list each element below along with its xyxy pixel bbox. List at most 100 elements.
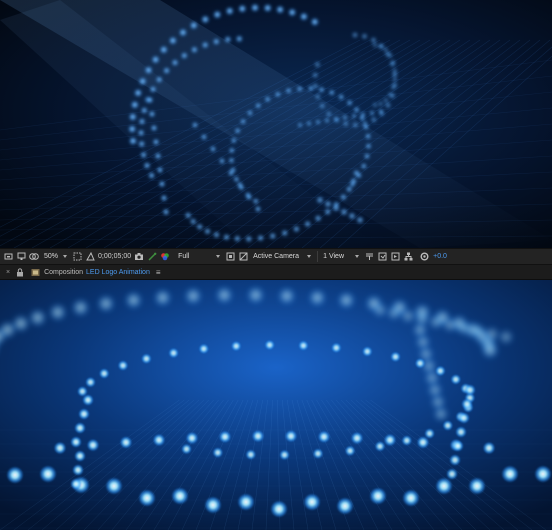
led-dot — [233, 176, 240, 183]
led-dot — [361, 346, 373, 357]
led-dot — [215, 286, 234, 305]
led-dot — [246, 109, 254, 117]
composition-viewer-bottom[interactable] — [0, 280, 552, 530]
led-logo-render-top — [0, 0, 552, 248]
led-dot — [245, 449, 257, 461]
led-dot — [234, 127, 241, 134]
led-dot — [140, 106, 148, 114]
led-dot — [372, 42, 378, 48]
led-dot — [71, 298, 90, 317]
led-dot — [306, 120, 312, 127]
led-dot — [336, 497, 354, 515]
led-dot — [277, 287, 296, 305]
transparency-grid-icon[interactable] — [85, 252, 95, 262]
led-dot — [140, 353, 152, 365]
led-dot — [372, 302, 388, 318]
view-layout-dropdown[interactable]: 1 View — [321, 250, 361, 263]
led-dot — [74, 450, 86, 462]
led-dot — [363, 153, 371, 160]
exposure-value[interactable]: +0.0 — [433, 250, 447, 263]
exposure-reset-icon[interactable] — [419, 252, 429, 262]
led-dot — [233, 235, 241, 243]
led-dot — [316, 196, 324, 204]
composition-panel-tabbar: × Composition LED Logo Animation ≡ — [0, 265, 552, 280]
led-dot — [351, 121, 359, 129]
led-dot — [146, 96, 154, 104]
led-dot — [352, 169, 360, 177]
timeline-icon[interactable] — [390, 252, 400, 262]
led-dot — [270, 500, 288, 518]
led-dot — [11, 314, 30, 333]
close-tab-icon[interactable]: × — [6, 269, 10, 276]
led-dot — [390, 84, 397, 91]
led-dot — [204, 496, 222, 514]
led-dot — [254, 205, 262, 213]
led-dot — [461, 398, 473, 410]
led-dot — [130, 100, 139, 110]
led-dot — [156, 166, 164, 174]
led-dot — [74, 422, 86, 434]
led-dot — [330, 342, 342, 354]
led-dot — [264, 339, 276, 351]
composition-viewer-top[interactable] — [0, 0, 552, 248]
camera-view-dropdown[interactable]: Active Camera — [251, 250, 313, 263]
fast-preview-icon[interactable] — [225, 252, 235, 262]
led-dot — [212, 447, 224, 459]
always-preview-icon[interactable] — [3, 252, 13, 262]
toggle-transparency-icon[interactable] — [238, 252, 248, 262]
led-dot — [222, 233, 231, 241]
led-dot — [350, 177, 358, 185]
led-dot — [340, 208, 348, 216]
3d-draft-icon[interactable] — [377, 252, 387, 262]
led-dot — [82, 394, 94, 406]
led-dot — [148, 171, 156, 180]
led-dot — [449, 454, 461, 466]
composition-name[interactable]: LED Logo Animation — [86, 269, 150, 276]
panel-menu-icon[interactable]: ≡ — [156, 268, 161, 277]
led-dot — [160, 194, 168, 202]
led-dot — [184, 287, 203, 305]
led-dot — [236, 181, 244, 189]
led-dot — [342, 114, 348, 121]
resolution-dropdown[interactable]: Full — [176, 250, 222, 263]
lock-icon[interactable] — [15, 267, 25, 277]
led-dot — [284, 429, 298, 443]
led-dot — [391, 76, 398, 83]
led-dot — [163, 67, 171, 75]
led-dot — [428, 314, 444, 330]
led-dot — [442, 317, 458, 333]
camera-snapshot-icon[interactable] — [134, 252, 144, 262]
led-dot — [299, 12, 309, 21]
led-dot — [318, 86, 325, 93]
led-dot — [190, 46, 198, 54]
led-dot — [28, 308, 47, 327]
led-dot — [168, 36, 178, 45]
current-time[interactable]: 0;00;05;00 — [98, 250, 131, 263]
mask-icon[interactable] — [29, 252, 39, 262]
led-dot — [151, 55, 160, 64]
chevron-down-icon — [63, 255, 68, 258]
led-dot — [387, 52, 394, 59]
led-dot — [312, 82, 319, 90]
led-dot — [458, 412, 470, 424]
magnification-dropdown[interactable]: 50% — [42, 250, 69, 263]
led-dot — [224, 35, 232, 44]
monitor-icon[interactable] — [16, 252, 26, 262]
viewer-toolbar: 50% 0;00;05;00 Full Active Camera 1 View — [0, 248, 552, 265]
led-dot — [333, 116, 339, 122]
led-dot — [501, 465, 519, 483]
led-dot — [468, 477, 486, 495]
show-snapshot-icon[interactable] — [147, 252, 157, 262]
led-dot — [159, 45, 168, 54]
chevron-down-icon — [355, 255, 360, 258]
led-dot — [365, 143, 372, 150]
led-dot — [383, 433, 397, 447]
color-channel-icon[interactable] — [160, 252, 170, 262]
led-dot — [378, 108, 384, 115]
panel-tab-prefix[interactable]: Composition — [44, 269, 83, 276]
led-dot — [6, 466, 24, 484]
flowchart-icon[interactable] — [403, 252, 413, 262]
led-dot — [481, 341, 499, 359]
pixel-aspect-icon[interactable] — [364, 252, 374, 262]
region-of-interest-icon[interactable] — [72, 252, 82, 262]
